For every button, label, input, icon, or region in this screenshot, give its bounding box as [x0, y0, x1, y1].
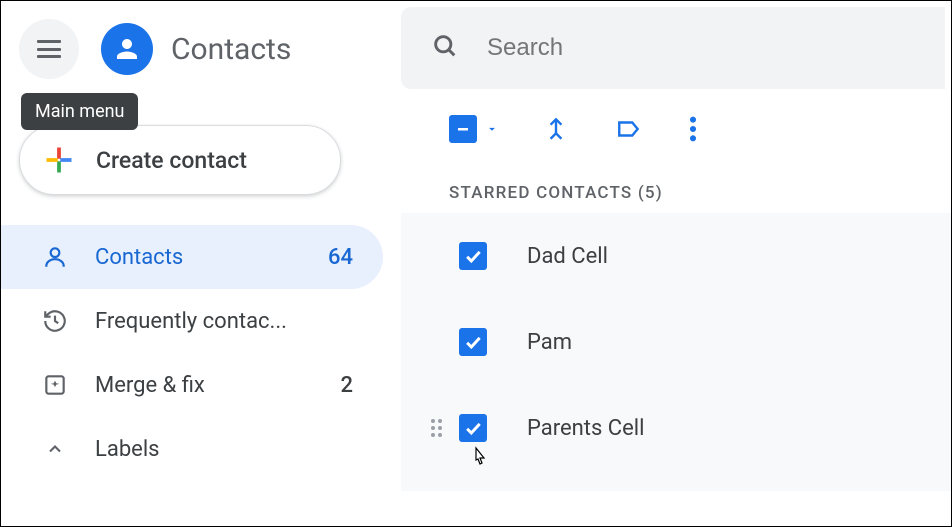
nav-list: Contacts 64 Frequently contac... Merge &… — [1, 225, 401, 417]
hamburger-icon — [37, 40, 61, 58]
labels-toggle[interactable]: Labels — [1, 417, 401, 481]
starred-section-header: STARRED CONTACTS (5) — [401, 169, 951, 213]
more-vert-icon — [689, 115, 697, 143]
app-title: Contacts — [171, 32, 291, 67]
label-icon — [613, 116, 645, 142]
contact-name: Parents Cell — [527, 416, 645, 441]
search-input[interactable] — [487, 34, 915, 62]
contact-row[interactable]: Parents Cell — [401, 385, 951, 471]
search-bar[interactable] — [401, 7, 945, 89]
sidebar-item-contacts[interactable]: Contacts 64 — [1, 225, 383, 289]
sidebar-item-frequently-contacted[interactable]: Frequently contac... — [1, 289, 383, 353]
search-icon — [431, 32, 459, 64]
chevron-up-icon — [41, 439, 69, 459]
nav-label: Contacts — [95, 245, 328, 270]
contact-checkbox[interactable] — [459, 328, 487, 356]
nav-count: 2 — [340, 373, 353, 398]
nav-count: 64 — [328, 245, 353, 270]
merge-icon — [543, 114, 569, 144]
person-icon — [41, 244, 69, 270]
plus-icon — [44, 145, 74, 175]
contact-checkbox[interactable] — [459, 414, 487, 442]
nav-label: Merge & fix — [95, 373, 340, 398]
main-panel: STARRED CONTACTS (5) Dad Cell Pam — [401, 1, 951, 526]
indeterminate-checkbox-icon — [449, 115, 477, 143]
labels-header-text: Labels — [95, 437, 160, 462]
contact-row[interactable]: Pam — [401, 299, 951, 385]
contact-name: Pam — [527, 330, 572, 355]
label-button[interactable] — [613, 116, 645, 142]
cursor-pointer-icon — [469, 446, 489, 475]
contact-row[interactable]: Dad Cell — [401, 213, 951, 299]
drag-handle-icon[interactable] — [431, 419, 449, 437]
merge-button[interactable] — [543, 114, 569, 144]
contact-list: Dad Cell Pam Parents Cell — [401, 213, 951, 491]
history-icon — [41, 308, 69, 334]
contact-checkbox[interactable] — [459, 242, 487, 270]
app-header: Contacts — [1, 13, 401, 85]
sidebar-item-merge-fix[interactable]: Merge & fix 2 — [1, 353, 383, 417]
more-actions-button[interactable] — [689, 115, 697, 143]
sidebar: Contacts Main menu Create contact Contac… — [1, 1, 401, 526]
main-menu-button[interactable] — [19, 19, 79, 79]
nav-label: Frequently contac... — [95, 309, 353, 334]
selection-dropdown[interactable] — [449, 115, 499, 143]
create-contact-label: Create contact — [96, 147, 247, 174]
contacts-logo-icon — [101, 23, 153, 75]
dropdown-caret-icon — [485, 122, 499, 136]
create-contact-button[interactable]: Create contact — [19, 125, 341, 195]
contact-name: Dad Cell — [527, 244, 608, 269]
main-menu-tooltip: Main menu — [21, 93, 138, 130]
selection-toolbar — [401, 89, 951, 169]
merge-fix-icon — [41, 372, 69, 398]
